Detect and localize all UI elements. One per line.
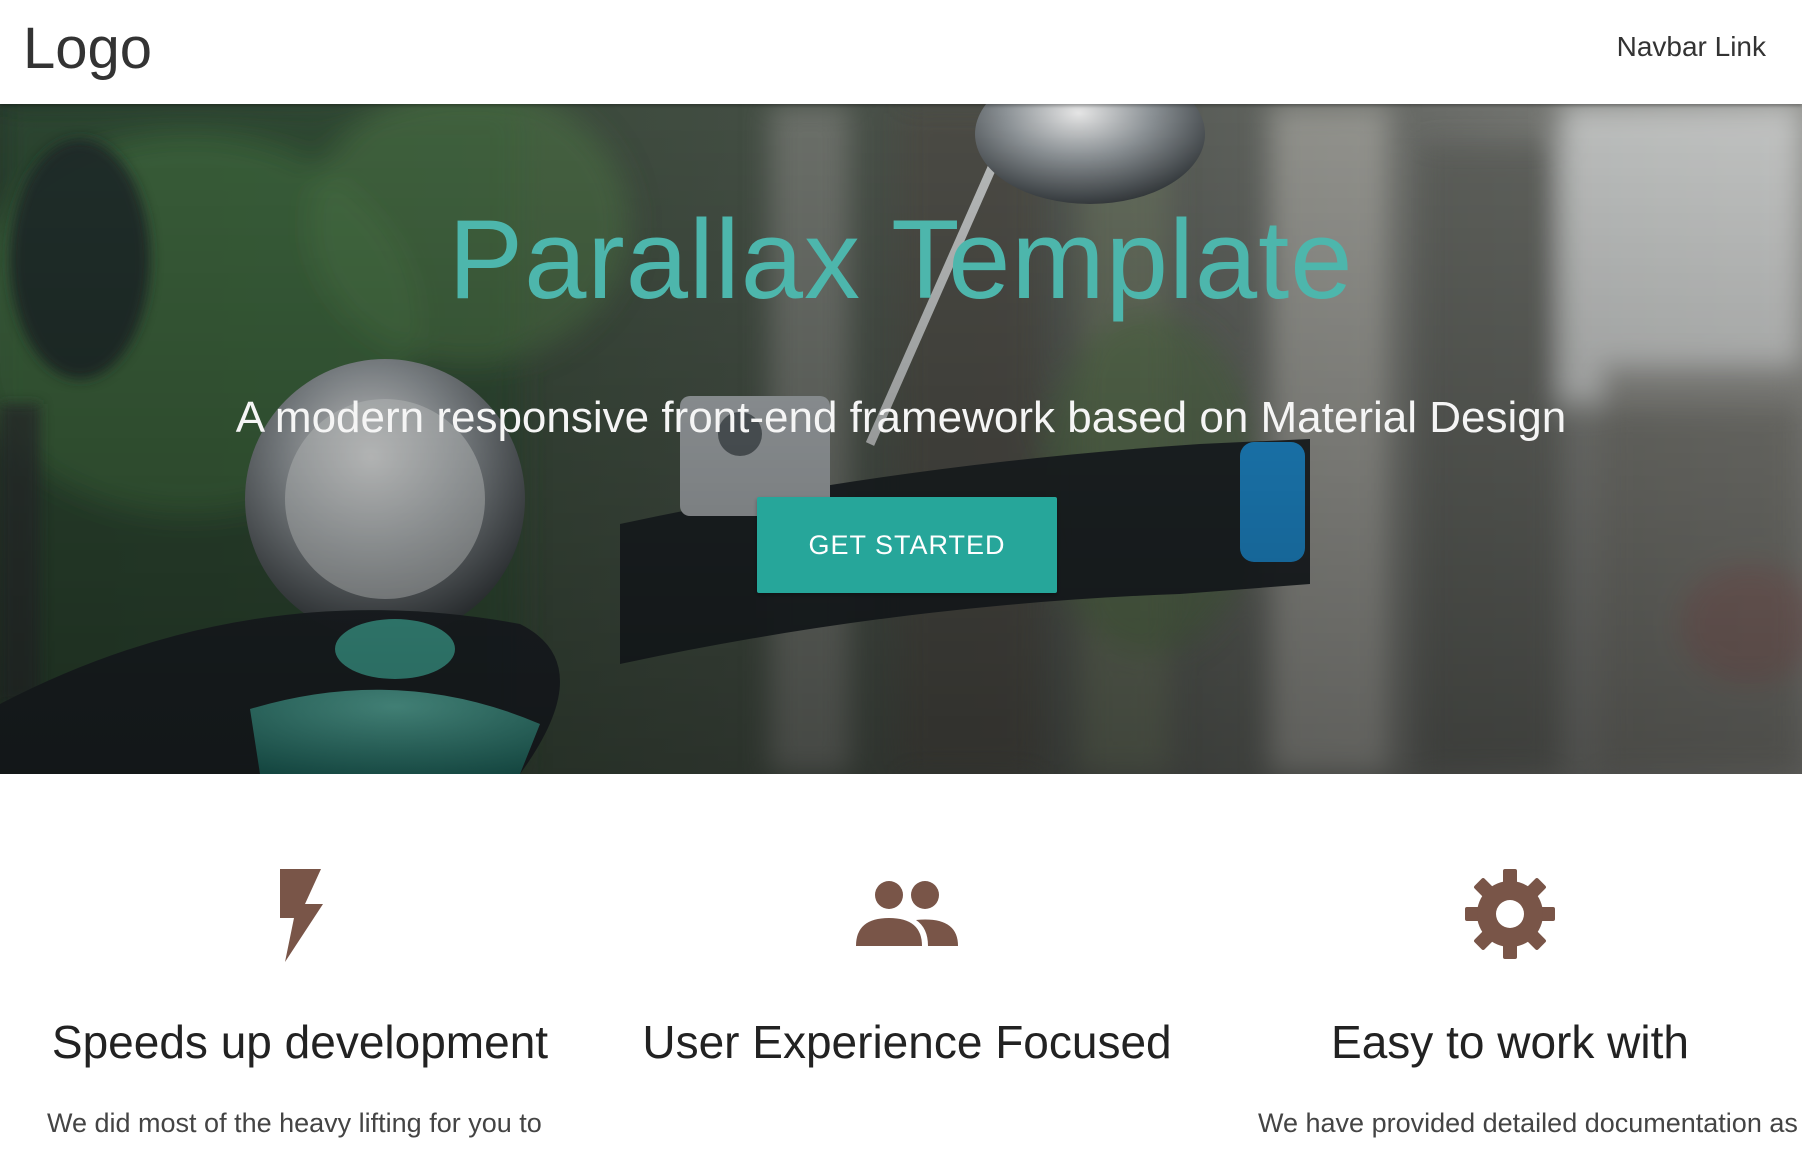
settings-icon	[1465, 869, 1555, 959]
group-icon	[856, 881, 958, 946]
feature-text: We have provided detailed documentation …	[1258, 1108, 1798, 1138]
feature-title: Easy to work with	[1331, 1016, 1689, 1068]
hero-parallax: Parallax Template A modern responsive fr…	[0, 104, 1802, 774]
navbar: Logo Navbar Link	[0, 0, 1802, 104]
flash-icon	[280, 869, 323, 962]
feature-title: User Experience Focused	[642, 1016, 1172, 1068]
hero-title: Parallax Template	[448, 197, 1354, 322]
feature-text: We did most of the heavy lifting for you…	[47, 1108, 542, 1138]
hero-subtitle: A modern responsive front-end framework …	[235, 393, 1567, 442]
brand-logo[interactable]: Logo	[23, 14, 152, 84]
navbar-link[interactable]: Navbar Link	[1617, 30, 1766, 64]
feature-title: Speeds up development	[51, 1016, 549, 1068]
features-section: Speeds up development We did most of the…	[0, 774, 1802, 1159]
get-started-button[interactable]: GET STARTED	[757, 497, 1057, 593]
